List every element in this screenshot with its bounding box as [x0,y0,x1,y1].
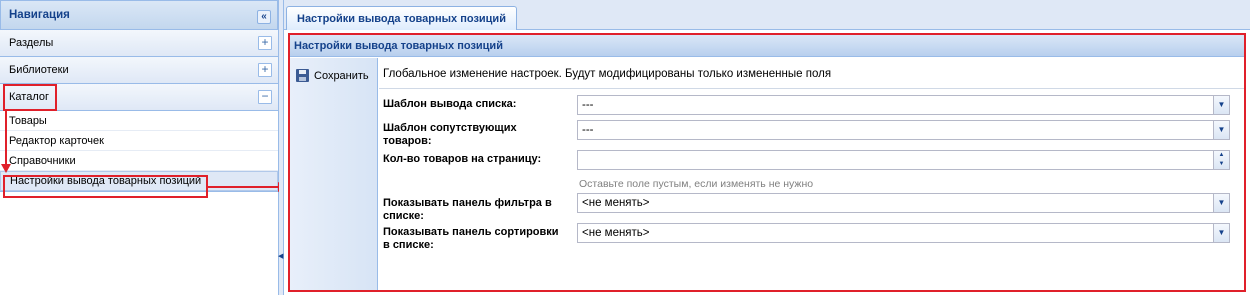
tab-strip: Настройки вывода товарных позиций [284,0,1250,30]
navigation-panel: Навигация « Разделы + Библиотеки + Катал… [0,0,279,295]
annotation-arrow-horizontal [208,186,278,188]
accordion-section-label: Разделы [9,37,54,49]
collapse-left-icon[interactable]: ◀ [278,252,283,260]
tree-item-tovary[interactable]: Товары [0,111,278,131]
tree-item-label: Редактор карточек [9,134,104,147]
main-area: Настройки вывода товарных позиций Настро… [284,0,1250,295]
tree-item-label: Справочники [9,154,76,167]
accordion-section-biblioteki[interactable]: Библиотеки + [0,57,278,84]
tab-label: Настройки вывода товарных позиций [297,12,506,25]
annotation-box-settings-panel [288,33,1246,292]
plus-icon[interactable]: + [258,63,272,77]
accordion-section-razdely[interactable]: Разделы + [0,30,278,57]
navigation-title: Навигация [9,9,70,21]
tab-nastroiki-vyvoda[interactable]: Настройки вывода товарных позиций [286,6,517,30]
accordion-section-label: Библиотеки [9,64,69,76]
tree-item-spravochniki[interactable]: Справочники [0,151,278,171]
tree-item-label: Товары [9,114,47,127]
plus-icon[interactable]: + [258,36,272,50]
double-chevron-left-icon[interactable]: « [257,10,271,24]
tree-item-redaktor-kartochek[interactable]: Редактор карточек [0,131,278,151]
minus-icon[interactable]: − [258,90,272,104]
annotation-box-catalog [3,84,57,111]
annotation-arrow-vertical [5,111,7,166]
annotation-box-settings-item [3,175,208,198]
annotation-arrowhead-down [1,164,11,173]
navigation-header: Навигация « [0,0,278,30]
